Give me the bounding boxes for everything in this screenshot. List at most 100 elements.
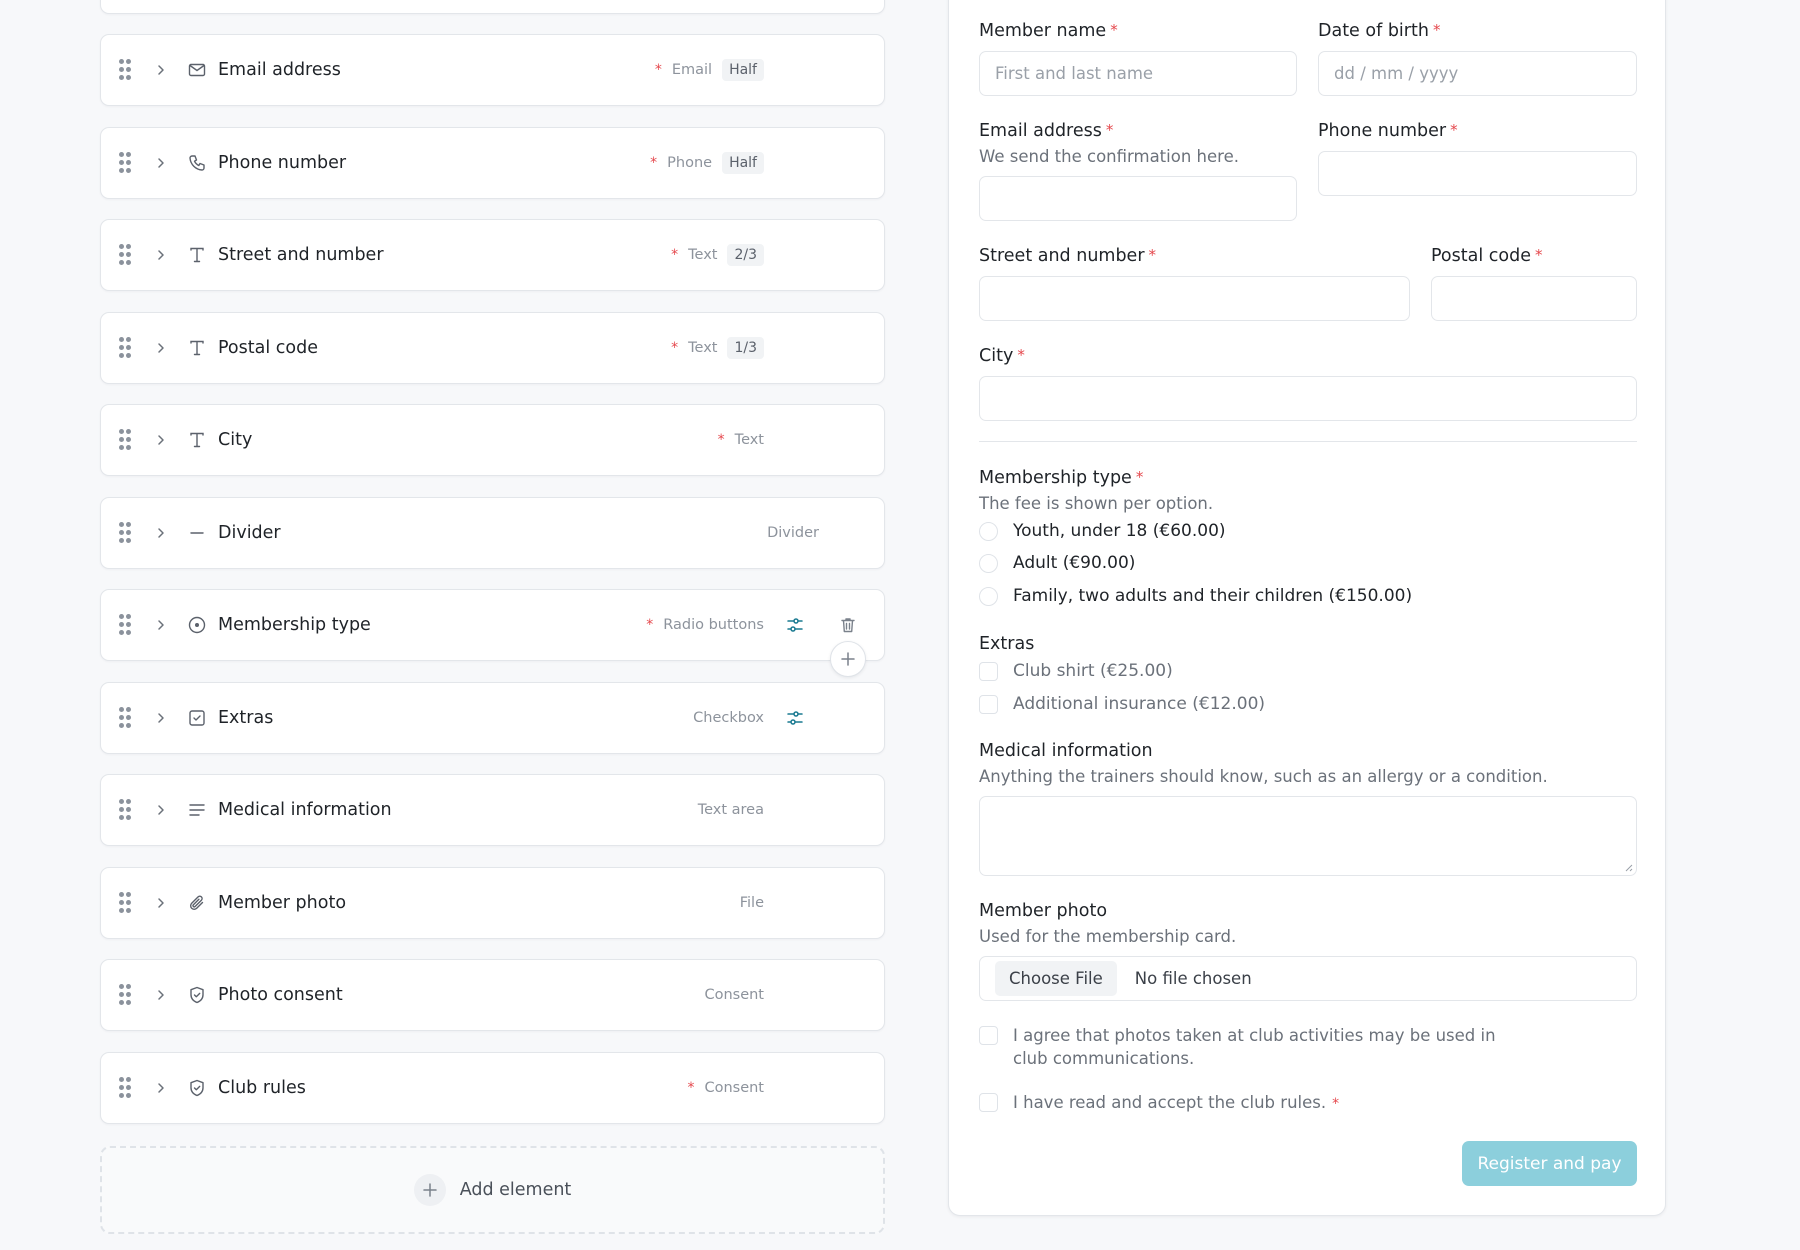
field-type: Radio buttons [663, 617, 764, 633]
field-row[interactable]: Divider Divider [100, 497, 885, 569]
field-type: Divider [767, 525, 819, 541]
field-row[interactable]: City * Text [100, 404, 885, 476]
drag-handle-icon[interactable] [119, 707, 131, 729]
email-input[interactable] [979, 176, 1297, 221]
street-input[interactable] [979, 276, 1410, 321]
drag-handle-icon[interactable] [119, 892, 131, 914]
chevron-right-icon[interactable] [153, 340, 169, 356]
chevron-right-icon[interactable] [153, 525, 169, 541]
field-row[interactable]: Member photo File [100, 867, 885, 939]
plus-icon [841, 652, 855, 666]
drag-handle-icon[interactable] [119, 799, 131, 821]
resize-handle-icon[interactable] [1623, 862, 1633, 872]
chevron-right-icon[interactable] [153, 432, 169, 448]
plus-icon [413, 1174, 446, 1206]
field-row[interactable]: Street and number * Text 2/3 [100, 219, 885, 291]
required-mark: * [671, 340, 679, 356]
radio-button[interactable] [979, 553, 998, 573]
membership-help: The fee is shown per option. [979, 494, 1214, 513]
photo-consent[interactable]: I agree that photos taken at club activi… [979, 1024, 1533, 1070]
drag-handle-icon[interactable] [119, 337, 131, 359]
chevron-right-icon[interactable] [153, 710, 169, 726]
chevron-right-icon[interactable] [153, 62, 169, 78]
field-row[interactable]: Photo consent Consent [100, 959, 885, 1031]
photo-label-group: Member photo Used for the membership car… [979, 901, 1236, 946]
extras-option[interactable]: Additional insurance (€12.00) [979, 694, 1265, 714]
membership-option[interactable]: Adult (€90.00) [979, 553, 1135, 573]
extras-option[interactable]: Club shirt (€25.00) [979, 661, 1173, 681]
membership-option-label: Youth, under 18 (€60.00) [1013, 521, 1226, 541]
field-row[interactable]: Extras Checkbox [100, 682, 885, 754]
chevron-right-icon[interactable] [153, 895, 169, 911]
drag-handle-icon[interactable] [119, 59, 131, 81]
choose-file-button[interactable]: Choose File [995, 961, 1117, 996]
field-row[interactable]: Medical information Text area [100, 774, 885, 846]
chevron-right-icon[interactable] [153, 247, 169, 263]
field-type: File [739, 895, 764, 911]
field-settings-icon[interactable] [781, 683, 809, 753]
drag-handle-icon[interactable] [119, 522, 131, 544]
shield-icon [186, 984, 208, 1006]
drag-handle-icon[interactable] [119, 614, 131, 636]
dob-input[interactable] [1318, 51, 1637, 96]
checkbox[interactable] [979, 1093, 998, 1112]
checkbox[interactable] [979, 661, 998, 681]
field-row[interactable]: Phone number * Phone Half [100, 127, 885, 199]
membership-option[interactable]: Youth, under 18 (€60.00) [979, 521, 1226, 541]
extras-label-group: Extras [979, 634, 1034, 654]
field-label: Club rules [218, 1078, 306, 1098]
drag-handle-icon[interactable] [119, 429, 131, 451]
radio-button[interactable] [979, 521, 998, 541]
register-and-pay-button[interactable]: Register and pay [1462, 1141, 1637, 1186]
postal-input[interactable] [1431, 276, 1637, 321]
chevron-right-icon[interactable] [153, 155, 169, 171]
add-element-button[interactable]: Add element [100, 1146, 885, 1234]
medical-textarea[interactable] [979, 796, 1637, 876]
field-label: Member photo [218, 893, 347, 913]
field-settings-icon[interactable] [781, 590, 809, 660]
drag-handle-icon[interactable] [119, 1077, 131, 1099]
field-row-previous[interactable] [100, 0, 885, 14]
required-mark: * [646, 617, 654, 633]
text-icon [186, 337, 208, 359]
field-label: Street and number [218, 245, 384, 265]
field-row[interactable]: Email address * Email Half [100, 34, 885, 106]
chevron-right-icon[interactable] [153, 987, 169, 1003]
shield-icon [186, 1077, 208, 1099]
drag-handle-icon[interactable] [119, 984, 131, 1006]
checkbox-icon [186, 707, 208, 729]
required-mark: * [1135, 468, 1144, 486]
field-meta: * Text 2/3 [671, 220, 764, 290]
city-input[interactable] [979, 376, 1637, 421]
photo-label: Member photo [979, 901, 1108, 921]
text-icon [186, 429, 208, 451]
phone-input[interactable] [1318, 151, 1637, 196]
field-type: Consent [704, 1080, 764, 1096]
width-badge: 2/3 [727, 244, 764, 266]
chevron-right-icon[interactable] [153, 802, 169, 818]
drag-handle-icon[interactable] [119, 152, 131, 174]
chevron-right-icon[interactable] [153, 617, 169, 633]
chevron-right-icon[interactable] [153, 1080, 169, 1096]
field-meta: File [740, 868, 764, 938]
street-label: Street and number [979, 246, 1145, 266]
membership-option[interactable]: Family, two adults and their children (€… [979, 586, 1412, 606]
checkbox[interactable] [979, 1026, 998, 1045]
checkbox[interactable] [979, 694, 998, 714]
member-name-input[interactable] [979, 51, 1297, 96]
insert-element-button[interactable] [830, 641, 866, 677]
rules-consent[interactable]: I have read and accept the club rules. * [979, 1091, 1339, 1116]
field-meta: * Phone Half [650, 128, 764, 198]
field-type: Text [688, 340, 718, 356]
radio-icon [186, 614, 208, 636]
membership-option-label: Adult (€90.00) [1013, 553, 1136, 573]
field-row[interactable]: Postal code * Text 1/3 [100, 312, 885, 384]
field-type: Consent [704, 987, 764, 1003]
field-meta: Consent [704, 960, 764, 1030]
field-type: Email [671, 62, 713, 78]
field-row[interactable]: Club rules * Consent [100, 1052, 885, 1124]
field-row[interactable]: Membership type * Radio buttons [100, 589, 885, 661]
drag-handle-icon[interactable] [119, 244, 131, 266]
radio-button[interactable] [979, 586, 998, 606]
photo-file-input[interactable]: Choose File No file chosen [979, 956, 1637, 1001]
